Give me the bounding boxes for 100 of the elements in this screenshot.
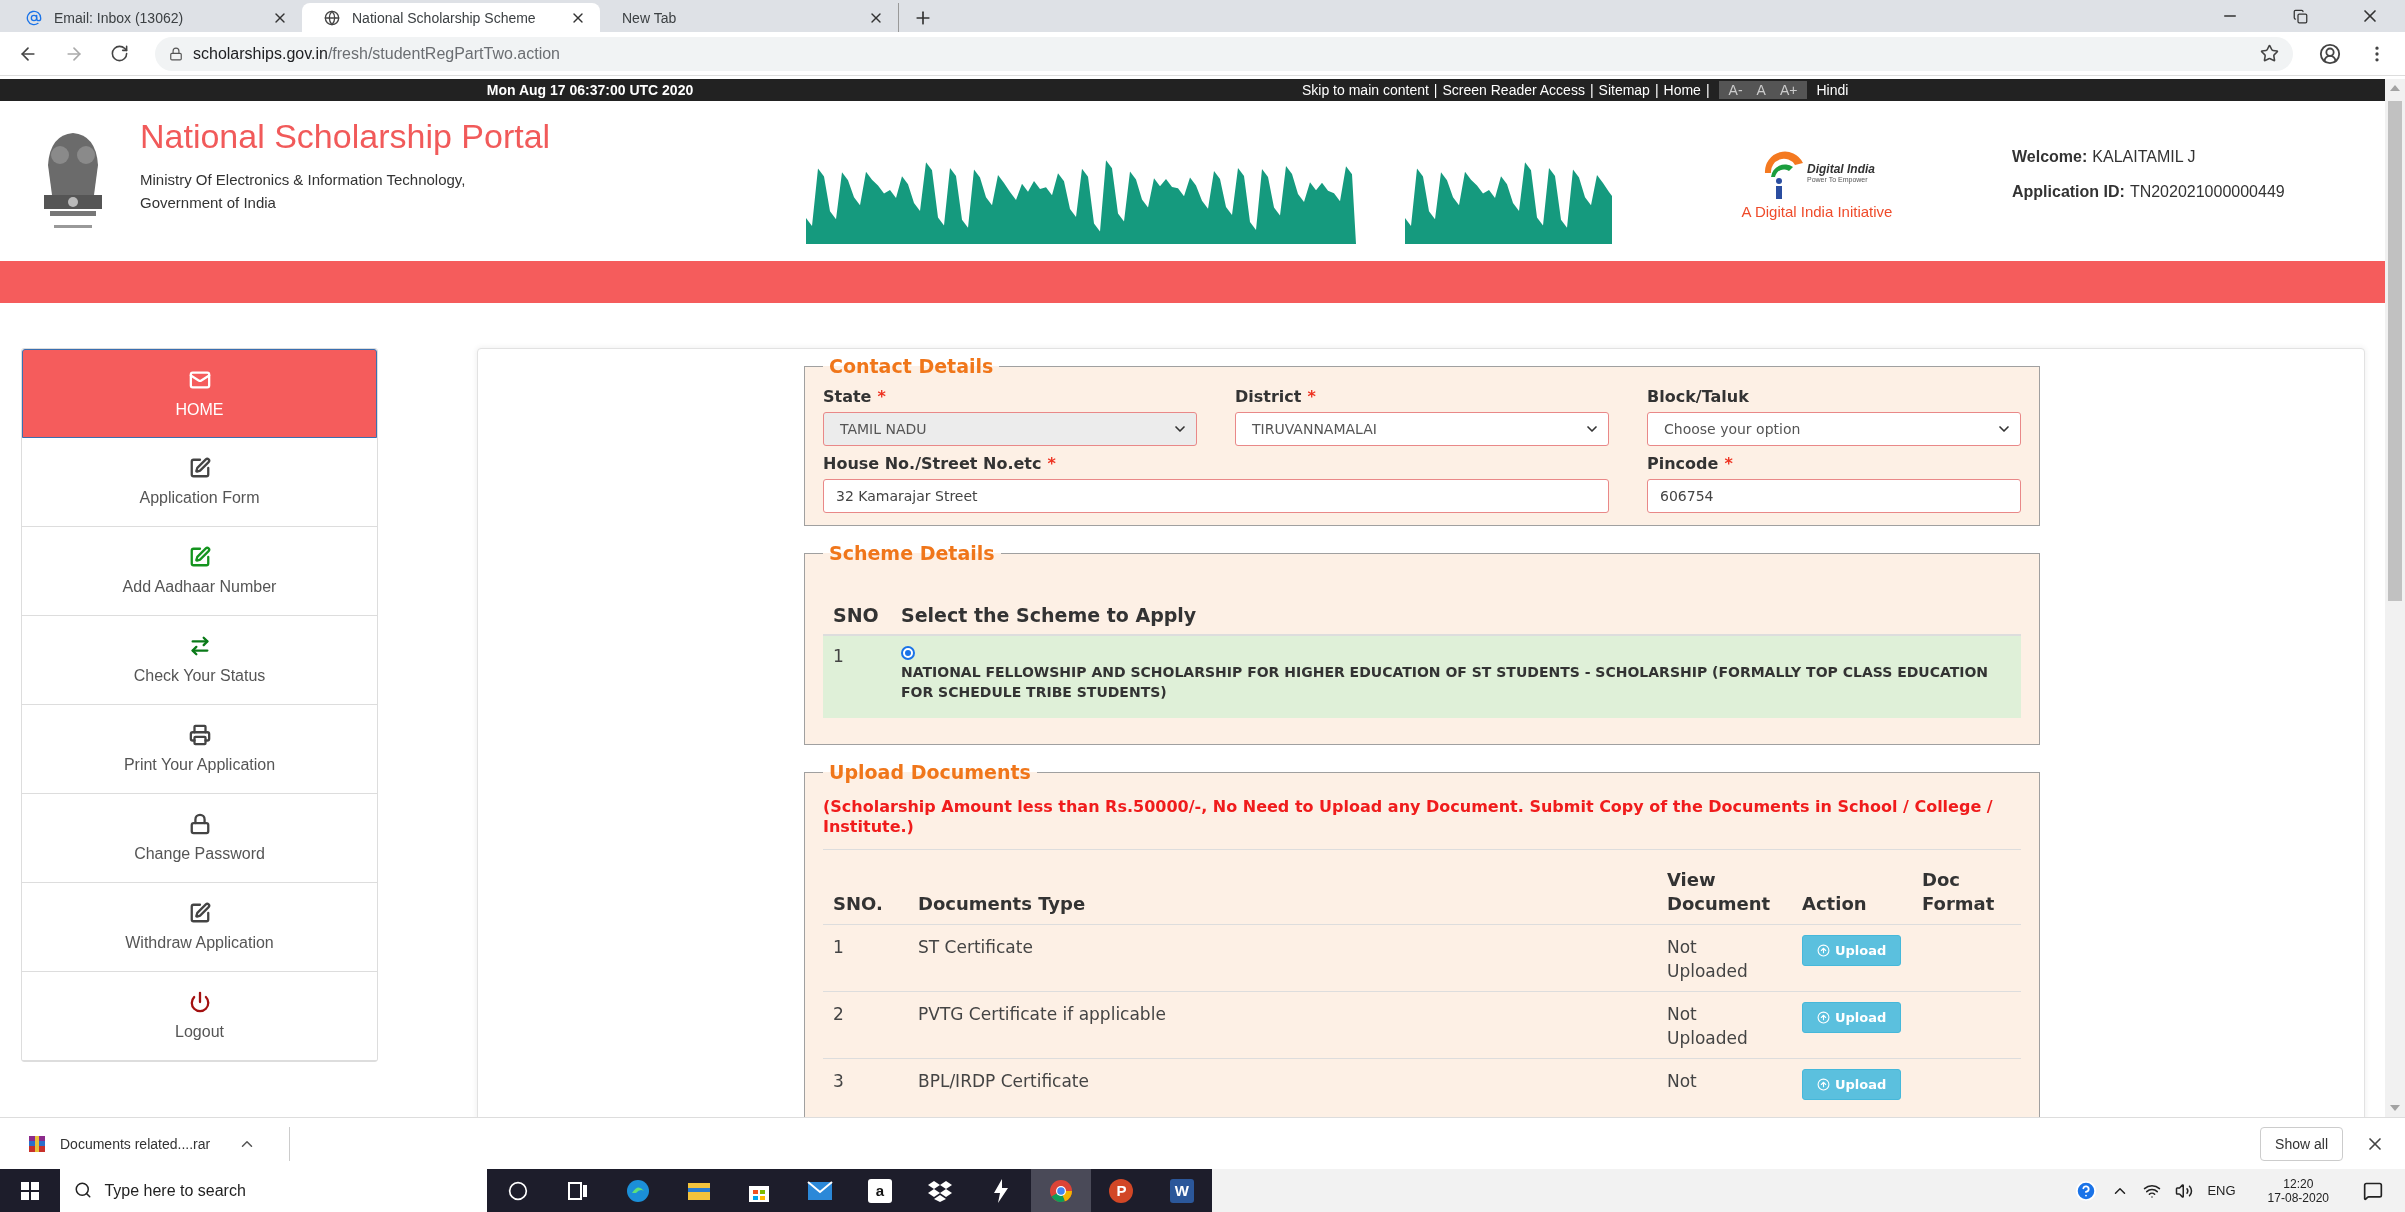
field-label: District * — [1235, 387, 1317, 406]
task-view-icon — [567, 1181, 588, 1200]
edit-icon — [188, 902, 211, 924]
top-link[interactable]: Screen Reader Access — [1442, 82, 1585, 98]
taskbar-app[interactable] — [1030, 1169, 1092, 1212]
mail-icon — [806, 1180, 833, 1201]
taskbar-app[interactable]: W — [1151, 1169, 1213, 1212]
edit-icon — [188, 457, 211, 479]
help-icon[interactable] — [2075, 1179, 2098, 1202]
table-cell: PVTG Certificate if applicable — [908, 991, 1657, 1059]
ministry-text: Government of India — [140, 193, 277, 213]
field-label: House No./Street No.etc * — [823, 454, 1057, 473]
sidebar-item[interactable]: Print Your Application — [22, 705, 377, 794]
font-size-link[interactable]: A+ — [1779, 82, 1798, 98]
lock-icon — [169, 46, 183, 61]
upload-icon — [1817, 944, 1830, 957]
application-id: TN202021000000449 — [2129, 183, 2285, 201]
column-header: View Document — [1657, 862, 1792, 925]
table-cell: Not Uploaded — [1657, 924, 1792, 992]
table-cell: 2 — [823, 991, 908, 1059]
sidebar-item[interactable]: Withdraw Application — [22, 883, 377, 972]
portal-title: National Scholarship Portal — [140, 117, 552, 156]
tab-title: Email: Inbox (13062) — [54, 9, 185, 26]
text-input[interactable]: 32 Kamarajar Street — [823, 479, 1609, 513]
browser-tab[interactable]: National Scholarship Scheme — [302, 3, 600, 32]
lightning-icon — [991, 1178, 1010, 1203]
ministry-text: Ministry Of Electronics & Information Technology, — [140, 170, 467, 190]
column-header: SNO — [823, 598, 891, 635]
lock-icon — [188, 813, 211, 835]
download-file-name[interactable]: Documents related....rar — [60, 1135, 211, 1152]
upload-note: (Scholarship Amount less than Rs.50000/-, No Need to Upload any Document. Submit Copy of the Documents in School / College / Institute.) — [823, 797, 2021, 850]
column-header: Doc Format — [1912, 862, 2021, 925]
top-link[interactable]: Skip to main content — [1302, 82, 1429, 98]
sidebar-item[interactable]: Application Form — [22, 438, 377, 527]
notifications-icon[interactable] — [2363, 1180, 2383, 1201]
sidebar-item[interactable]: Add Aadhaar Number — [22, 527, 377, 616]
account-icon[interactable] — [2319, 42, 2341, 65]
taskbar-app[interactable]: P — [1091, 1169, 1152, 1212]
amazon-app-icon: a — [867, 1178, 892, 1203]
folder-icon — [686, 1180, 711, 1201]
scrollbar[interactable] — [2385, 79, 2405, 1117]
taskbar-search-field[interactable]: Type here to search — [60, 1169, 488, 1212]
upload-icon — [1817, 1078, 1830, 1091]
column-header: Documents Type — [908, 862, 1657, 925]
address-bar[interactable]: scholarships.gov.in/fresh/studentRegPartTwo.action — [155, 36, 2293, 71]
taskbar-app[interactable]: a — [849, 1169, 911, 1212]
upload-icon — [1817, 1011, 1830, 1024]
table-cell: 3 — [823, 1058, 908, 1108]
column-header: SNO. — [823, 862, 908, 925]
select-field[interactable]: Choose your option — [1647, 412, 2021, 446]
sidebar-item[interactable]: Check Your Status — [22, 616, 377, 705]
star-icon[interactable] — [2260, 44, 2279, 63]
sidebar-item[interactable]: Change Password — [22, 794, 377, 883]
welcome-label: Welcome: — [2012, 148, 2088, 166]
field-label: State * — [823, 387, 887, 406]
clock-date[interactable]: 17-08-2020 — [2267, 1190, 2329, 1205]
language-link[interactable]: Hindi — [1816, 82, 1849, 98]
font-size-link[interactable]: A- — [1728, 82, 1743, 98]
search-icon — [74, 1181, 93, 1199]
arrows-icon — [188, 635, 211, 657]
column-header: Action — [1792, 862, 1912, 925]
column-header: Select the Scheme to Apply — [891, 598, 2021, 635]
tab-title: New Tab — [622, 9, 678, 26]
scrollbar-thumb[interactable] — [2388, 101, 2402, 601]
language-indicator[interactable]: ENG — [2207, 1183, 2236, 1198]
font-size-link[interactable]: A — [1756, 82, 1766, 98]
top-link[interactable]: Sitemap — [1598, 82, 1650, 98]
printer-icon — [188, 724, 211, 746]
table-cell: Not Uploaded — [1657, 991, 1792, 1059]
separator-text: | — [1433, 82, 1438, 98]
field-label: Pincode * — [1647, 454, 1734, 473]
speaker-icon[interactable] — [2175, 1181, 2194, 1200]
windows-logo-icon[interactable] — [21, 1181, 40, 1200]
table-cell: 1 — [823, 924, 908, 992]
show-all-button[interactable]: Show all — [2260, 1126, 2343, 1161]
chrome-icon — [1049, 1178, 1074, 1203]
table-cell: 1 — [823, 635, 891, 718]
section-title: Scheme Details — [828, 542, 996, 564]
logo-name: Digital India — [1807, 161, 1875, 176]
radio-button[interactable] — [901, 646, 915, 660]
clock-time[interactable]: 12:20 — [2283, 1176, 2314, 1191]
sidebar-item[interactable]: Logout — [22, 972, 377, 1061]
user-name: KALAITAMIL J — [2092, 148, 2196, 166]
top-link[interactable]: Home — [1663, 82, 1701, 98]
separator-text: | — [1589, 82, 1594, 98]
select-field[interactable]: TIRUVANNAMALAI — [1235, 412, 1609, 446]
globe-icon — [324, 9, 340, 26]
power-icon — [188, 991, 211, 1013]
field-label: Block/Taluk — [1647, 387, 1750, 406]
browser-tab[interactable]: Email: Inbox (13062) — [4, 3, 302, 32]
initiative-text: A Digital India Initiative — [1741, 203, 1893, 220]
application-id-label: Application ID: — [2012, 183, 2125, 201]
browser-tab[interactable]: New Tab — [600, 3, 898, 32]
scheme-name: NATIONAL FELLOWSHIP AND SCHOLARSHIP FOR HIGHER EDUCATION OF ST STUDENTS - SCHOLARSHIP (FORMALLY TOP CLASS EDUCATION FOR SCHEDULE TRIBE STUDENTS) — [901, 663, 1990, 702]
restore-icon[interactable] — [2292, 8, 2308, 24]
edge-icon — [626, 1178, 651, 1203]
url-text: scholarships.gov.in/fresh/studentRegPartTwo.action — [193, 44, 560, 63]
text-input[interactable]: 606754 — [1647, 479, 2021, 513]
reload-icon[interactable] — [110, 44, 129, 63]
separator-text: | — [1705, 82, 1710, 98]
